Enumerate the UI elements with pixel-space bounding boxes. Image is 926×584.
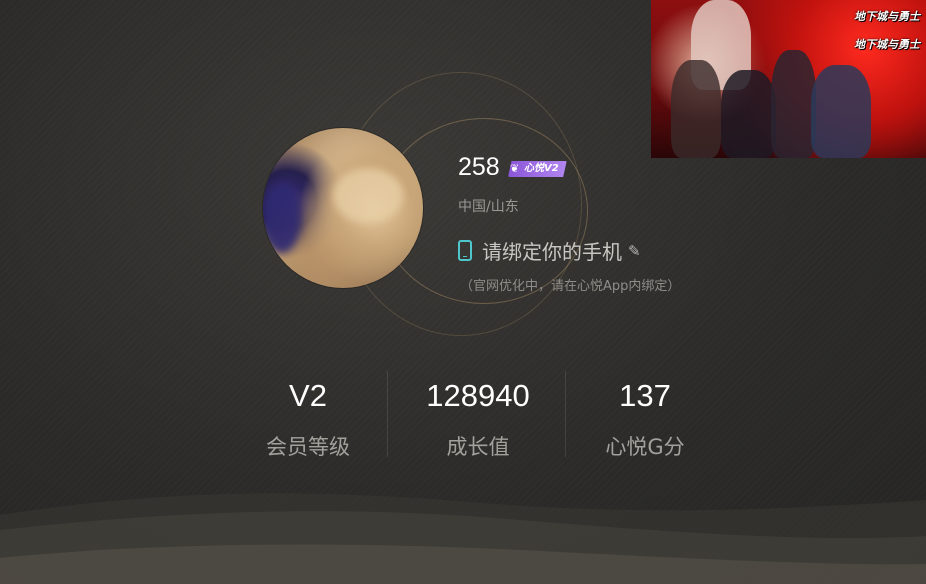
stat-growth-value[interactable]: 128940 成长值: [388, 378, 568, 461]
avatar[interactable]: [263, 128, 423, 288]
stat-g-points[interactable]: 137 心悦G分: [555, 378, 735, 461]
banner-character: [811, 65, 871, 158]
stat-value: 128940: [426, 378, 530, 413]
stat-value: 137: [619, 378, 671, 413]
bind-phone-hint: （官网优化中，请在心悦App内绑定）: [460, 279, 681, 294]
phone-icon: [458, 240, 472, 261]
stat-member-level[interactable]: V2 会员等级: [218, 378, 398, 461]
banner-character: [721, 70, 776, 158]
user-location: 中国/山东: [458, 199, 519, 215]
stat-label: 会员等级: [266, 435, 350, 459]
bind-phone-link[interactable]: 请绑定你的手机 ✎: [458, 236, 641, 265]
stat-value: V2: [289, 378, 327, 413]
vip-badge-label: 心悦V2: [524, 163, 559, 174]
user-id: 258: [458, 153, 500, 181]
stat-label: 心悦G分: [605, 435, 685, 459]
banner-character: [671, 60, 721, 158]
game-logo: 地下城与勇士: [854, 38, 920, 51]
game-logo: 地下城与勇士: [854, 10, 920, 23]
decor-waves: [0, 493, 926, 584]
avatar-shadow: [263, 183, 301, 253]
avatar-highlight: [333, 168, 403, 223]
banner-character: [771, 50, 816, 158]
wing-icon: ❦: [510, 162, 520, 175]
stat-label: 成长值: [446, 435, 510, 459]
edit-icon[interactable]: ✎: [628, 242, 641, 260]
bind-phone-label[interactable]: 请绑定你的手机: [482, 236, 622, 265]
vip-level-badge[interactable]: ❦ 心悦V2: [508, 161, 567, 177]
game-banner[interactable]: 地下城与勇士 地下城与勇士: [651, 0, 926, 158]
